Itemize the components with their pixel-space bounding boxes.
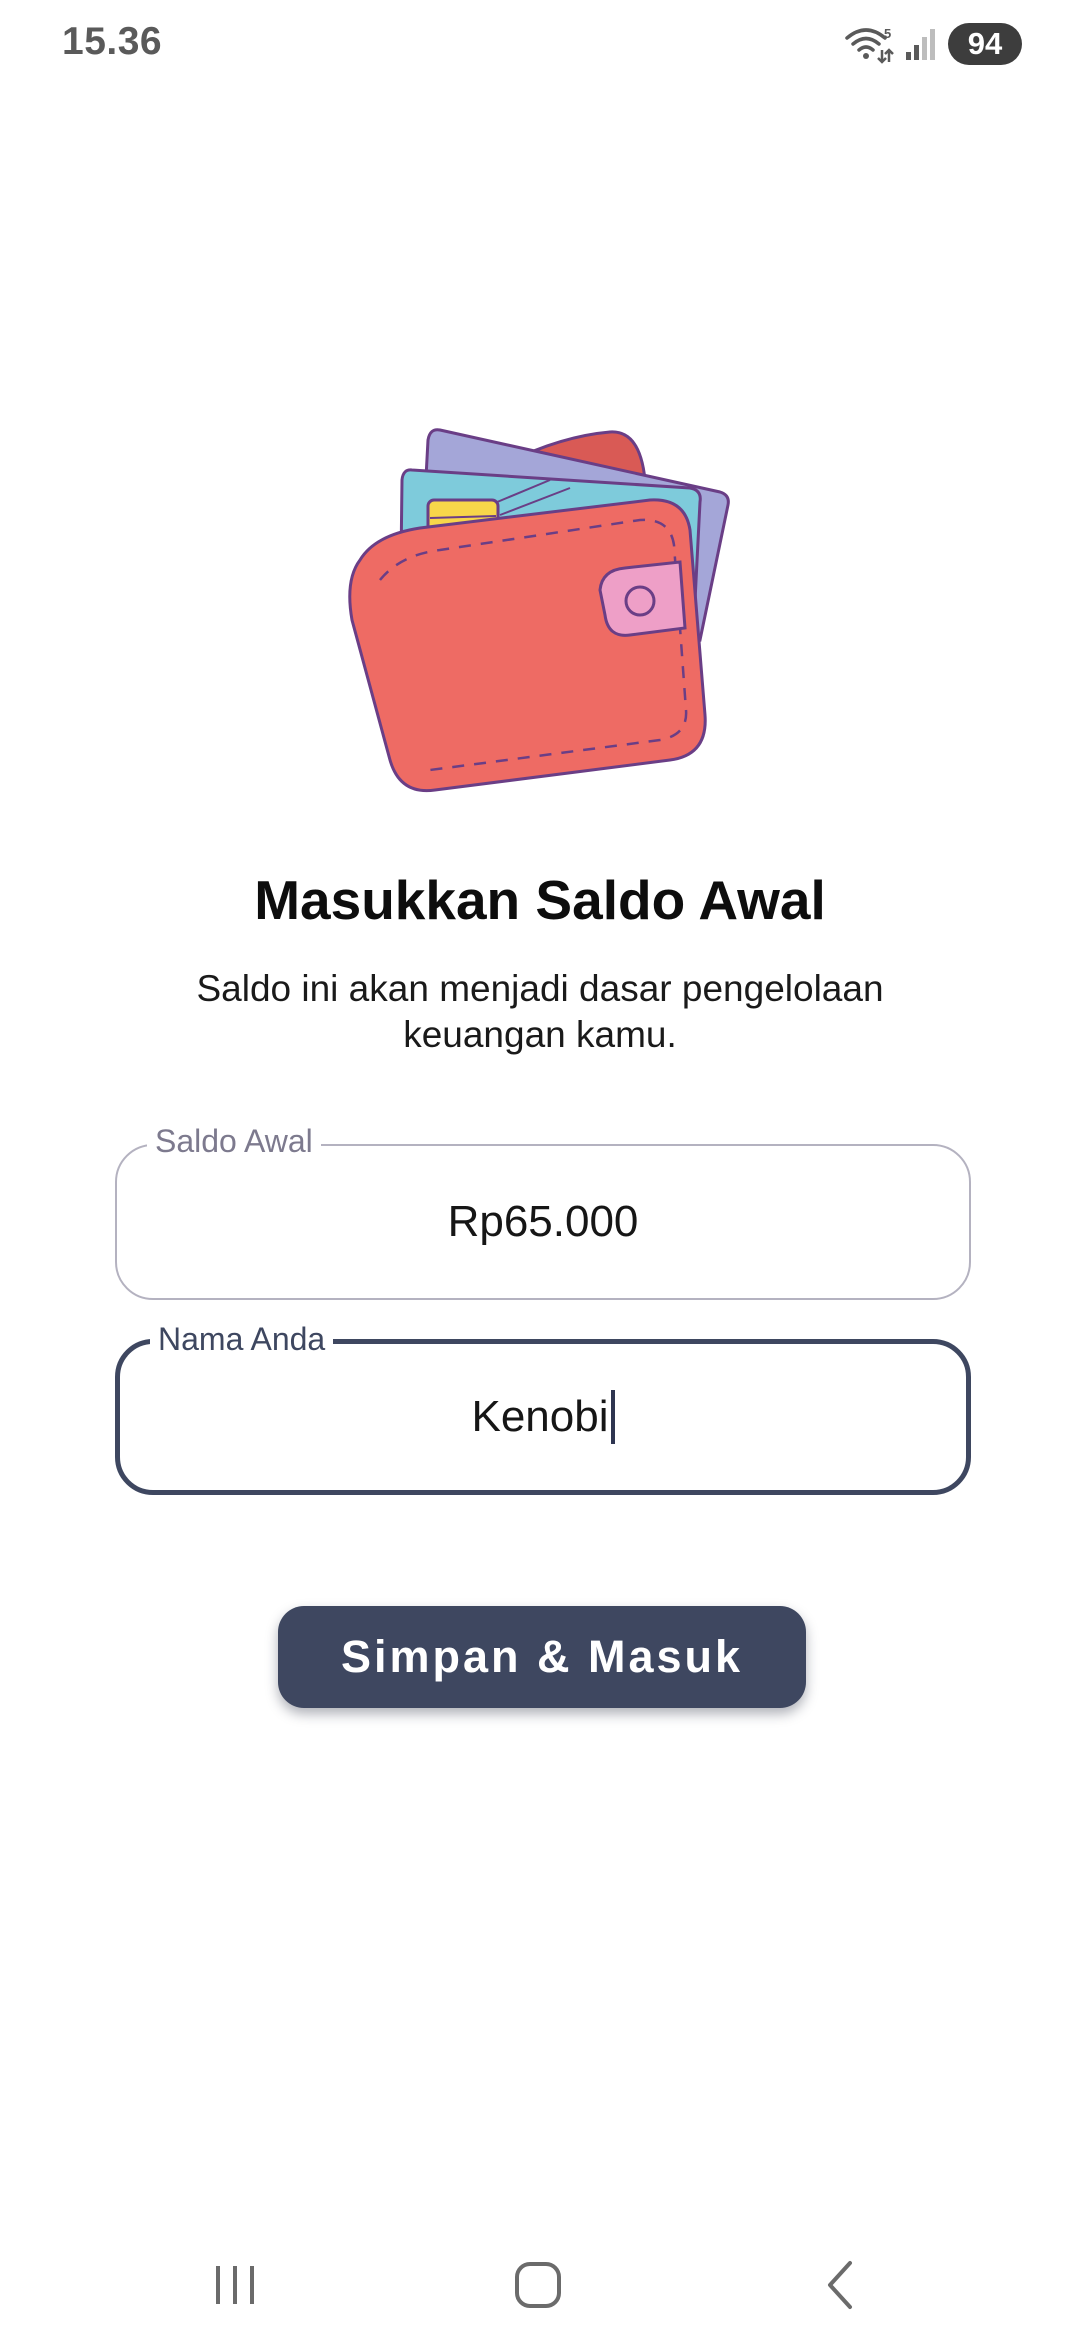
wifi-badge: 5 (884, 26, 891, 41)
home-icon (515, 2262, 561, 2308)
nama-anda-field[interactable]: Nama Anda Kenobi (115, 1319, 971, 1495)
navigation-bar (0, 2230, 1080, 2340)
nama-anda-input[interactable]: Kenobi (120, 1344, 966, 1490)
saldo-awal-value: Rp65.000 (447, 1197, 639, 1246)
wifi-icon: 5 (845, 26, 894, 64)
nama-anda-value: Kenobi (471, 1392, 609, 1441)
recents-icon (216, 2266, 254, 2304)
status-icons: 5 94 (844, 22, 1022, 66)
home-button[interactable] (498, 2250, 578, 2320)
saldo-awal-input[interactable]: Rp65.000 (117, 1146, 969, 1298)
saldo-awal-field[interactable]: Saldo Awal Rp65.000 (115, 1121, 971, 1300)
signal-icon (906, 29, 935, 60)
wallet-icon (348, 428, 730, 793)
battery-icon: 94 (948, 23, 1022, 65)
text-cursor (610, 1390, 615, 1444)
status-bar: 15.36 5 94 (0, 0, 1080, 90)
page-title: Masukkan Saldo Awal (254, 869, 826, 931)
status-time: 15.36 (62, 20, 163, 63)
simpan-masuk-button[interactable]: Simpan & Masuk (278, 1606, 806, 1708)
back-icon (828, 2261, 852, 2309)
back-button[interactable] (800, 2250, 880, 2320)
recents-button[interactable] (195, 2250, 275, 2320)
page-subtitle: Saldo ini akan menjadi dasar pengelolaan… (196, 968, 884, 1055)
app-screen: 15.36 5 94 Masukkan Saldo Awal Saldo ini… (0, 0, 1080, 2340)
